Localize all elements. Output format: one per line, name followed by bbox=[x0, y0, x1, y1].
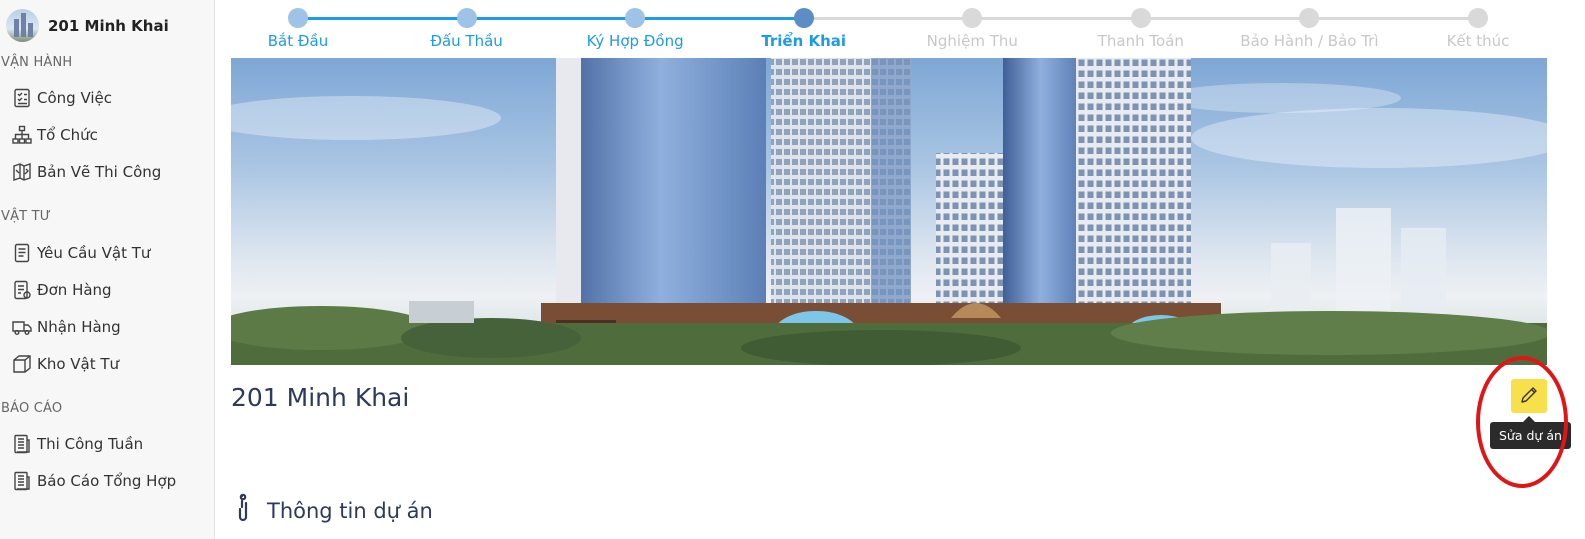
section-title: Thông tin dự án bbox=[267, 499, 433, 523]
org-chart-icon bbox=[12, 124, 32, 146]
task-list-icon bbox=[12, 87, 32, 109]
step-6[interactable]: Thanh Toán bbox=[1061, 8, 1221, 50]
sidebar-item-organization[interactable]: Tổ Chức bbox=[12, 124, 98, 146]
project-name: 201 Minh Khai bbox=[48, 16, 169, 35]
project-avatar bbox=[6, 9, 39, 42]
sidebar-item-label: Công Việc bbox=[37, 89, 113, 107]
project-info-heading: Thông tin dự án bbox=[237, 493, 433, 529]
step-dot bbox=[456, 8, 477, 28]
project-banner-image bbox=[231, 58, 1547, 365]
step-3[interactable]: Ký Hợp Đồng bbox=[555, 8, 715, 50]
blueprint-icon bbox=[12, 161, 32, 183]
section-title-operations: VẬN HÀNH bbox=[1, 55, 73, 70]
sidebar-item-weekly-construction[interactable]: Thi Công Tuần bbox=[12, 433, 143, 455]
page-title: 201 Minh Khai bbox=[231, 383, 410, 412]
sidebar-item-label: Tổ Chức bbox=[37, 126, 98, 144]
step-label: Kết thúc bbox=[1446, 32, 1510, 50]
step-dot bbox=[288, 8, 308, 28]
app-root: 201 Minh Khai VẬN HÀNH Công Việc Tổ Chức… bbox=[0, 0, 1585, 539]
step-label: Ký Hợp Đồng bbox=[586, 32, 684, 50]
sidebar-item-label: Kho Vật Tư bbox=[37, 355, 120, 373]
sidebar-item-tasks[interactable]: Công Việc bbox=[12, 87, 112, 109]
step-label: Bắt Đầu bbox=[267, 32, 329, 50]
sidebar-item-label: Thi Công Tuần bbox=[37, 435, 144, 453]
step-dot bbox=[1299, 8, 1320, 28]
step-4[interactable]: Triển Khai bbox=[724, 8, 884, 50]
step-1[interactable]: Bắt Đầu bbox=[218, 8, 378, 50]
sidebar-item-summary-report[interactable]: Báo Cáo Tổng Hợp bbox=[12, 470, 176, 492]
sidebar-item-warehouse[interactable]: Kho Vật Tư bbox=[12, 353, 119, 375]
step-label: Triển Khai bbox=[761, 32, 847, 50]
report-icon bbox=[12, 433, 32, 455]
project-header[interactable]: 201 Minh Khai bbox=[6, 9, 169, 42]
step-label: Bảo Hành / Bảo Trì bbox=[1240, 32, 1379, 50]
step-2[interactable]: Đấu Thầu bbox=[387, 8, 547, 50]
sidebar-item-label: Yêu Cầu Vật Tư bbox=[37, 244, 151, 262]
document-icon bbox=[12, 242, 32, 264]
sidebar-item-receive-goods[interactable]: Nhận Hàng bbox=[12, 316, 121, 338]
sidebar-item-label: Báo Cáo Tổng Hợp bbox=[37, 472, 177, 490]
step-dot bbox=[1130, 8, 1151, 28]
edit-project-button[interactable] bbox=[1511, 379, 1547, 413]
truck-icon bbox=[12, 316, 32, 338]
step-dot bbox=[962, 8, 983, 28]
sidebar-item-material-request[interactable]: Yêu Cầu Vật Tư bbox=[12, 242, 150, 264]
step-8[interactable]: Kết thúc bbox=[1398, 8, 1558, 50]
sidebar: 201 Minh Khai VẬN HÀNH Công Việc Tổ Chức… bbox=[0, 0, 215, 539]
sidebar-item-construction-drawings[interactable]: Bản Vẽ Thi Công bbox=[12, 161, 161, 183]
step-dot bbox=[793, 8, 814, 28]
edit-project-tooltip: Sửa dự án bbox=[1490, 416, 1571, 449]
project-stepper: Bắt Đầu Đấu Thầu Ký Hợp Đồng Triển Khai Nghi… bbox=[230, 8, 1548, 56]
order-icon bbox=[12, 279, 32, 301]
sidebar-item-label: Nhận Hàng bbox=[37, 318, 121, 336]
step-dot bbox=[1468, 8, 1488, 28]
section-title-reports: BÁO CÁO bbox=[1, 401, 63, 416]
step-7[interactable]: Bảo Hành / Bảo Trì bbox=[1229, 8, 1389, 50]
summary-report-icon bbox=[12, 470, 32, 492]
step-label: Nghiệm Thu bbox=[926, 32, 1018, 50]
section-title-materials: VẬT TƯ bbox=[1, 209, 52, 224]
box-icon bbox=[12, 353, 32, 375]
pencil-icon bbox=[1519, 385, 1539, 408]
sidebar-item-label: Bản Vẽ Thi Công bbox=[37, 163, 162, 181]
link-icon bbox=[237, 493, 251, 529]
step-label: Thanh Toán bbox=[1097, 32, 1184, 50]
sidebar-item-label: Đơn Hàng bbox=[37, 281, 112, 299]
sidebar-item-orders[interactable]: Đơn Hàng bbox=[12, 279, 112, 301]
step-label: Đấu Thầu bbox=[430, 32, 503, 50]
step-dot bbox=[625, 8, 646, 28]
step-5[interactable]: Nghiệm Thu bbox=[892, 8, 1052, 50]
